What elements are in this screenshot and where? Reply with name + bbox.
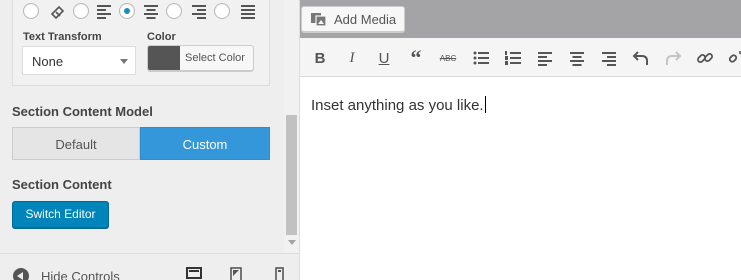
align-radio-center[interactable]: [119, 3, 135, 19]
text-transform-label: Text Transform: [23, 31, 102, 43]
text-cursor: [484, 96, 486, 113]
mobile-preview-icon[interactable]: [275, 267, 284, 280]
editor-content-text: Inset anything as you like.: [311, 96, 486, 114]
insert-link-icon[interactable]: [696, 49, 714, 67]
media-buttons-bar: Add Media: [300, 0, 741, 38]
style-radio-none[interactable]: [23, 3, 39, 19]
eraser-icon: [50, 5, 65, 20]
add-media-icon: [311, 13, 327, 27]
content-model-toggle: Default Custom: [12, 127, 270, 160]
text-transform-select[interactable]: None: [22, 46, 136, 75]
desktop-preview-icon[interactable]: [186, 267, 202, 280]
section-content-heading: Section Content: [12, 177, 112, 192]
underline-button[interactable]: U: [375, 49, 393, 67]
add-media-button[interactable]: Add Media: [301, 6, 405, 32]
model-custom-button[interactable]: Custom: [140, 127, 270, 160]
align-left-icon[interactable]: [536, 49, 554, 67]
hide-controls-label[interactable]: Hide Controls: [41, 269, 120, 280]
select-color-label: Select Color: [185, 52, 245, 64]
bold-button[interactable]: B: [311, 49, 329, 67]
align-radio-justify[interactable]: [214, 3, 230, 19]
scroll-down-arrow-icon[interactable]: [288, 240, 296, 245]
panel-scrollbar[interactable]: [284, 0, 299, 253]
align-right-icon[interactable]: [600, 49, 618, 67]
undo-icon[interactable]: [632, 49, 650, 67]
blockquote-button[interactable]: “: [407, 45, 425, 70]
bulleted-list-icon[interactable]: [472, 49, 490, 67]
section-content-model-heading: Section Content Model: [12, 104, 153, 119]
content-editor: Add Media B I U “ ABC Inset anything as …: [299, 0, 741, 280]
panel-footer: Hide Controls: [0, 253, 299, 280]
editor-toolbar: B I U “ ABC: [300, 38, 741, 77]
text-style-options: [22, 0, 264, 22]
add-media-label: Add Media: [334, 12, 397, 27]
redo-icon[interactable]: [664, 49, 682, 67]
text-transform-value: None: [32, 54, 64, 69]
scrollbar-thumb[interactable]: [286, 115, 297, 235]
align-right-icon: [192, 5, 206, 19]
align-justify-icon: [241, 5, 255, 19]
italic-button[interactable]: I: [343, 49, 361, 67]
switch-editor-button[interactable]: Switch Editor: [12, 201, 109, 228]
select-color-button[interactable]: Select Color: [147, 45, 254, 71]
align-radio-right[interactable]: [166, 3, 182, 19]
model-default-button[interactable]: Default: [12, 127, 140, 160]
align-radio-left[interactable]: [73, 3, 89, 19]
chevron-down-icon: [120, 59, 128, 64]
customizer-panel: Text Transform None Color Select Color S…: [0, 0, 284, 280]
align-left-icon: [97, 5, 111, 19]
editor-content-area[interactable]: Inset anything as you like.: [300, 78, 741, 280]
remove-link-icon[interactable]: [728, 49, 741, 67]
strikethrough-button[interactable]: ABC: [439, 49, 457, 67]
align-center-icon: [144, 5, 158, 19]
numbered-list-icon[interactable]: [504, 49, 522, 67]
color-swatch: [148, 46, 180, 70]
collapse-arrow-icon[interactable]: [13, 268, 29, 280]
color-label: Color: [147, 31, 176, 43]
tablet-preview-icon[interactable]: [230, 267, 242, 280]
align-center-icon[interactable]: [568, 49, 586, 67]
